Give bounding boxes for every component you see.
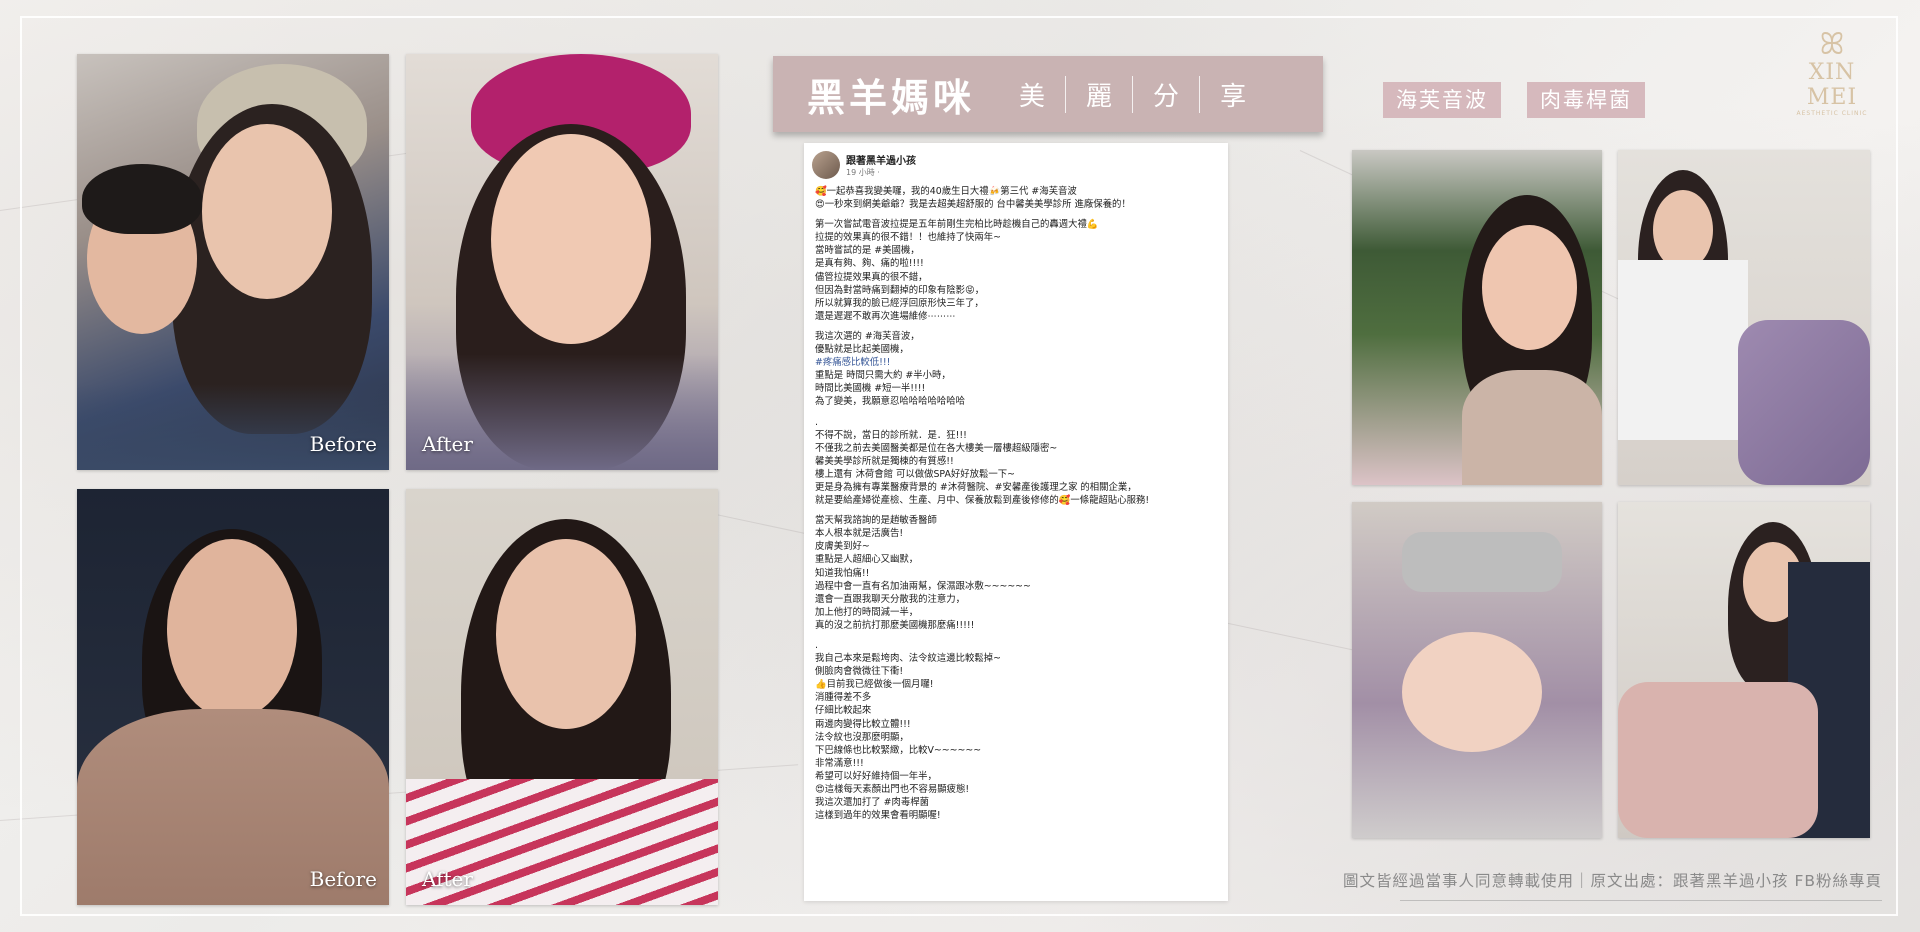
post-line: 加上他打的時間減一半， xyxy=(815,606,919,618)
clinic-photo-treatment-2 xyxy=(1352,502,1602,838)
post-time: 19 小時 · xyxy=(846,168,880,177)
post-line: 當天幫我諮詢的是趙敏香醫師 xyxy=(815,515,937,527)
face-shape xyxy=(167,539,297,719)
post-line: 這樣到過年的效果會看明顯喔! xyxy=(815,810,941,822)
post-line: 本人根本就是活廣告! xyxy=(815,528,904,540)
post-body: 🥰一起恭喜我變美囉，我的40歲生日大禮🍻第三代 #海芙音波 😍一秒來到網美爺爺？我… xyxy=(804,183,1228,822)
post-line: 拉提的效果真的很不錯！！也維持了快兩年~ xyxy=(815,232,1001,244)
page-title: 黑羊媽咪 xyxy=(807,74,976,120)
post-paragraph: . 我自己本來是鬆垮肉、法令紋這邊比較鬆掉~ 側臉肉會微微往下衝! 👍目前我已經做後一… xyxy=(815,639,1218,822)
post-line: 還是遲遲不敢再次進場維修⋯⋯⋯ xyxy=(815,310,956,322)
post-line: 不僅我之前去美國醫美都是位在各大樓美一層樓超級隱密~ xyxy=(815,442,1058,454)
post-line: 過程中會一直有名加油兩幫，保濕跟冰敷~~~~~~ xyxy=(815,580,1031,592)
post-line: 重點是人超細心又幽默， xyxy=(815,554,919,566)
sweater-shape xyxy=(1462,370,1602,485)
before-label: Before xyxy=(309,432,377,456)
clinic-photo-treatment-3 xyxy=(1618,502,1870,838)
face-shape xyxy=(202,124,332,299)
post-line: 我這次選的 #海芙音波， xyxy=(815,330,920,342)
white-coat-shape xyxy=(1618,260,1748,440)
face-shape xyxy=(1482,225,1577,350)
post-line: 真的沒之前抗打那麼美國機那麼痛!!!!! xyxy=(815,619,975,631)
title-subtitle: 美 麗 分 享 xyxy=(999,75,1266,113)
tag-chip-ultherapy: 海芙音波 xyxy=(1383,82,1501,118)
post-line: 消腫得差不多 xyxy=(815,692,872,704)
after-photo-top: After xyxy=(406,54,718,470)
post-line: 非常滿意!!! xyxy=(815,757,864,769)
post-line: 皮膚美到好~ xyxy=(815,541,870,553)
post-line: 第一次嘗試電音波拉提是五年前剛生完柏比時趁機自己的轟週大禮💪 xyxy=(815,219,1099,231)
footer-divider xyxy=(1400,900,1882,901)
post-line: 希望可以好好維持個一年半， xyxy=(815,770,937,782)
post-line: 兩邊肉變得比較立體!!! xyxy=(815,718,911,730)
post-line: 下巴線條也比較緊緻，比較V~~~~~~ xyxy=(815,744,982,756)
post-line: 但因為對當時痛到翻掉的印象有陰影😝， xyxy=(815,284,985,296)
subtitle-char: 麗 xyxy=(1065,75,1132,113)
post-header: 跟著黑羊過小孩 19 小時 · xyxy=(804,143,1228,183)
post-line: 知道我怕痛!! xyxy=(815,567,870,579)
post-paragraph: . 不得不說，當日的診所就．是．狂!!! 不僅我之前去美國醫美都是位在各大樓美一層樓… xyxy=(815,416,1218,508)
post-author: 跟著黑羊過小孩 xyxy=(846,156,916,167)
after-photo-bottom: After xyxy=(406,489,718,905)
subtitle-char: 分 xyxy=(1132,75,1199,113)
clinic-photo-selfie xyxy=(1352,150,1602,485)
post-line: 就是要給產婦從產檢、生產、月中、保養放鬆到產後修修的🥰一條龍超貼心服務! xyxy=(815,495,1150,507)
clinic-logo: ꕤ XIN MEI AESTHETIC CLINIC xyxy=(1782,27,1882,118)
post-paragraph: 我這次選的 #海芙音波， 優點就是比起美國機， #疼痛感比較低!!! 重點是 時間只需… xyxy=(815,330,1218,409)
post-line: 時間比美國機 #短一半!!!! xyxy=(815,383,926,395)
post-line: 還會一直跟我聊天分散我的注意力， xyxy=(815,593,966,605)
post-line: 樓上還有 沐荷會館 可以做做SPA好好放鬆一下~ xyxy=(815,468,1015,480)
before-photo-top: Before xyxy=(77,54,389,470)
face-shape xyxy=(491,134,651,344)
device-shape xyxy=(1402,532,1562,592)
clothing-shape xyxy=(77,384,389,470)
post-line: 法令紋也沒那麼明顯， xyxy=(815,731,909,743)
child-hair-shape xyxy=(82,164,202,234)
post-line: 我這次還加打了 #肉毒桿菌 xyxy=(815,797,929,809)
post-line: 馨美美學診所就是獨棟的有質感!! xyxy=(815,455,954,467)
post-line: 為了變美，我願意忍哈哈哈哈哈哈哈 xyxy=(815,396,966,408)
post-line: . xyxy=(815,416,818,428)
post-line: 🥰一起恭喜我變美囉，我的40歲生日大禮🍻第三代 #海芙音波 xyxy=(815,186,1077,197)
logo-name: XIN MEI xyxy=(1806,60,1858,110)
post-line: 不得不說，當日的診所就．是．狂!!! xyxy=(815,429,967,441)
subtitle-char: 享 xyxy=(1199,75,1266,113)
avatar xyxy=(812,151,840,179)
post-line: . xyxy=(815,640,818,651)
after-label: After xyxy=(422,867,473,891)
facebook-post: 跟著黑羊過小孩 19 小時 · 🥰一起恭喜我變美囉，我的40歲生日大禮🍻第三代 … xyxy=(804,143,1228,901)
footer-note: 圖文皆經過當事人同意轉載使用｜原文出處：跟著黑羊過小孩 FB粉絲專頁 xyxy=(1343,872,1882,890)
post-line: 重點是 時間只需大約 #半小時， xyxy=(815,370,951,382)
post-line: 儘管拉提效果真的很不錯， xyxy=(815,271,928,283)
clinic-photo-treatment-1 xyxy=(1618,150,1870,485)
post-paragraph: 🥰一起恭喜我變美囉，我的40歲生日大禮🍻第三代 #海芙音波 😍一秒來到網美爺爺？我… xyxy=(815,185,1218,211)
post-line: 👍目前我已經做後一個月囉! xyxy=(815,679,934,691)
patient-shape xyxy=(1738,320,1870,485)
post-line: 😍一秒來到網美爺爺？我是去超美超舒服的 台中馨美美學診所 進廠保養的！ xyxy=(815,199,1131,211)
post-line: 更是身為擁有專業醫療背景的 #沐荷醫院、#安馨產後護理之家 的相關企業， xyxy=(815,481,1137,493)
before-label: Before xyxy=(309,867,377,891)
post-line: 是真有夠、夠、痛的啦!!!! xyxy=(815,258,924,270)
after-label: After xyxy=(422,432,473,456)
patient-shape xyxy=(1618,682,1818,838)
post-line: 側臉肉會微微往下衝! xyxy=(815,666,904,678)
subtitle-char: 美 xyxy=(1019,81,1046,112)
post-line: 所以就算我的臉已經浮回原形快三年了， xyxy=(815,297,984,309)
post-line: 優點就是比起美國機， xyxy=(815,344,909,356)
title-banner: 黑羊媽咪 美 麗 分 享 xyxy=(773,56,1323,132)
post-line: 仔細比較起來 xyxy=(815,705,872,717)
face-shape xyxy=(1653,190,1713,270)
before-photo-bottom: Before xyxy=(77,489,389,905)
post-line: 當時嘗試的是 #美國機， xyxy=(815,245,920,257)
tag-chip-botox: 肉毒桿菌 xyxy=(1527,82,1645,118)
hashtag-link[interactable]: #疼痛感比較低!!! xyxy=(815,356,1218,369)
face-shape xyxy=(496,539,636,729)
logo-tagline: AESTHETIC CLINIC xyxy=(1796,110,1868,117)
face-shape xyxy=(1402,632,1542,752)
post-line: 😍這樣每天素顏出門也不容易顯疲態! xyxy=(815,784,970,796)
post-paragraph: 當天幫我諮詢的是趙敏香醫師 本人根本就是活廣告! 皮膚美到好~ 重點是人超細心又幽默，… xyxy=(815,514,1218,632)
logo-mark-icon: ꕤ xyxy=(1819,27,1845,62)
post-line: 我自己本來是鬆垮肉、法令紋這邊比較鬆掉~ xyxy=(815,653,1001,665)
post-paragraph: 第一次嘗試電音波拉提是五年前剛生完柏比時趁機自己的轟週大禮💪 拉提的效果真的很不錯… xyxy=(815,218,1218,323)
